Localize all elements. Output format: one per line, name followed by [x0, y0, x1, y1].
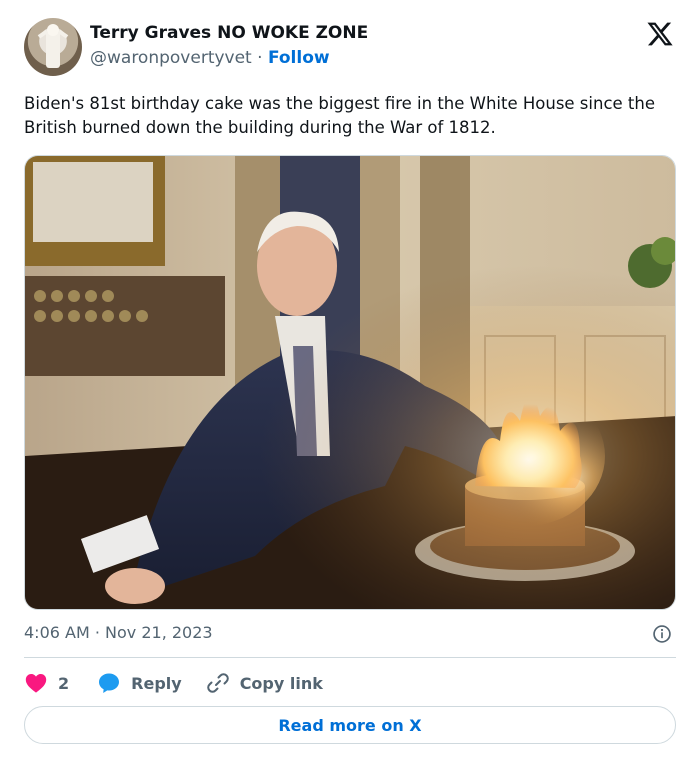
speech-bubble-icon [99, 673, 120, 693]
x-logo-icon[interactable] [646, 20, 674, 48]
reply-label: Reply [131, 673, 182, 693]
copy-link-label: Copy link [239, 673, 323, 693]
link-icon [206, 673, 229, 693]
photo-birthday-cake [25, 156, 675, 609]
read-more-button[interactable]: Read more on X [24, 706, 676, 744]
follow-button[interactable]: Follow [268, 48, 330, 68]
separator-dot: · [257, 48, 263, 68]
like-button[interactable]: 2 [24, 671, 97, 695]
tweet-photo[interactable] [24, 155, 676, 610]
author-display-name[interactable]: Terry Graves NO WOKE ZONE [90, 22, 368, 44]
author-handle[interactable]: @waronpovertyvet [90, 48, 252, 68]
action-bar: 2 Reply Copy link [24, 668, 323, 698]
copy-link-button[interactable]: Copy link [206, 671, 323, 695]
divider [24, 657, 676, 658]
info-icon[interactable] [652, 624, 672, 644]
tweet-text: Biden's 81st birthday cake was the bigge… [24, 94, 655, 137]
reply-button[interactable]: Reply [97, 671, 206, 695]
avatar[interactable] [24, 18, 82, 76]
tweet-timestamp[interactable]: 4:06 AM · Nov 21, 2023 [24, 622, 213, 644]
handle-row: @waronpovertyvet · Follow [90, 46, 368, 70]
heart-icon [25, 674, 47, 693]
embedded-tweet-card: Terry Graves NO WOKE ZONE @waronpovertyv… [0, 0, 700, 760]
tweet-header: Terry Graves NO WOKE ZONE @waronpovertyv… [24, 18, 676, 78]
like-count: 2 [58, 673, 70, 693]
author-block: Terry Graves NO WOKE ZONE @waronpovertyv… [90, 22, 368, 70]
